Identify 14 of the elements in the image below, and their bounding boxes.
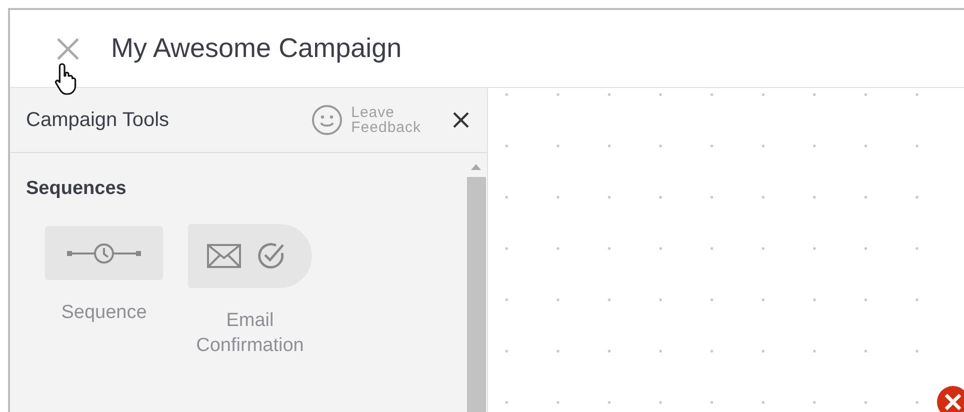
tool-item[interactable]: Sequence bbox=[42, 226, 166, 358]
leave-feedback-button[interactable]: Leave Feedback bbox=[311, 104, 421, 136]
tool-label: Email Confirmation bbox=[195, 308, 305, 358]
smiley-icon bbox=[311, 104, 344, 136]
scroll-up-icon[interactable] bbox=[470, 163, 482, 171]
timeline-clock-icon bbox=[66, 242, 142, 264]
check-circle-icon bbox=[256, 240, 286, 270]
tool-item[interactable]: Email Confirmation bbox=[188, 224, 312, 358]
envelope-icon bbox=[206, 242, 242, 268]
panel-title: Campaign Tools bbox=[26, 108, 170, 133]
tool-label: Sequence bbox=[61, 300, 147, 324]
close-panel-button[interactable] bbox=[451, 110, 471, 130]
campaign-title: My Awesome Campaign bbox=[111, 32, 402, 66]
section-heading: Sequences bbox=[26, 177, 128, 201]
